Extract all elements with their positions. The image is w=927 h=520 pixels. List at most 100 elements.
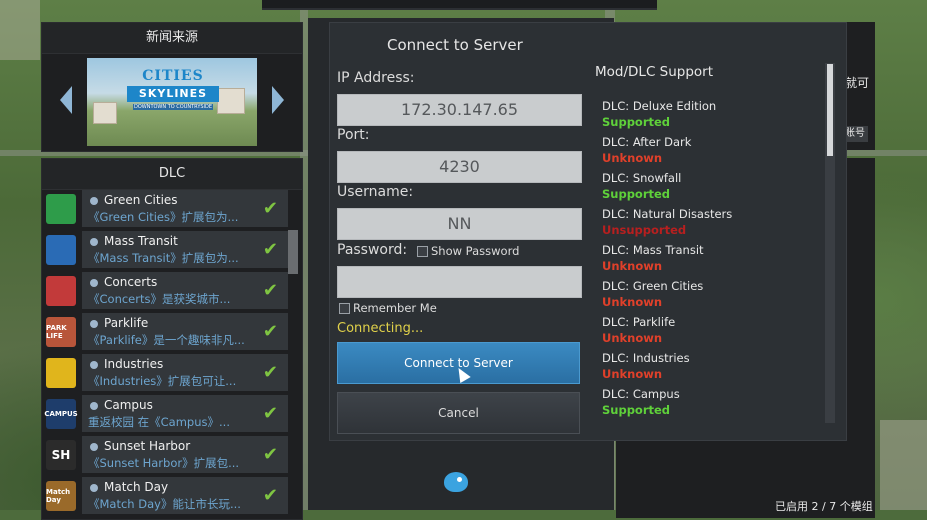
match-day-icon: Match Day: [46, 481, 76, 511]
mod-name: DLC: Snowfall: [602, 171, 682, 185]
dlc-bullet-icon: [90, 361, 98, 369]
concert-icon: [46, 276, 76, 306]
news-prev-arrow-icon[interactable]: [60, 86, 72, 114]
leaf-icon: [46, 194, 76, 224]
dlc-item-name: Parklife: [104, 316, 149, 330]
mod-support-item: DLC: Campus Supported: [602, 387, 680, 417]
mod-support-list: DLC: Deluxe Edition Supported DLC: After D…: [594, 89, 824, 423]
factory-icon: [46, 358, 76, 388]
show-password-checkbox[interactable]: [417, 246, 428, 257]
dlc-bullet-icon: [90, 320, 98, 328]
bird-eye: [457, 477, 462, 482]
dlc-card[interactable]: Industries 《Industries》扩展包可让... ✔: [82, 354, 288, 391]
port-input[interactable]: 4230: [337, 151, 582, 183]
background-block: [880, 420, 927, 510]
dlc-item-name: Campus: [104, 398, 153, 412]
mod-support-item: DLC: Natural Disasters Unsupported: [602, 207, 732, 237]
dlc-list-item[interactable]: PARK LIFE Parklife 《Parklife》是一个趣味非凡... ✔: [42, 313, 292, 350]
checkmark-icon: ✔: [262, 198, 278, 219]
ip-label: IP Address:: [337, 70, 415, 86]
mod-support-item: DLC: Mass Transit Unknown: [602, 243, 704, 273]
dlc-card[interactable]: Sunset Harbor 《Sunset Harbor》扩展包... ✔: [82, 436, 288, 473]
checkmark-icon: ✔: [262, 444, 278, 465]
dlc-list-item[interactable]: Industries 《Industries》扩展包可让... ✔: [42, 354, 292, 391]
dlc-item-description: 重返校园 在《Campus》...: [88, 415, 230, 429]
dlc-list: Green Cities 《Green Cities》扩展包为... ✔ Mass T…: [42, 190, 292, 518]
mod-name: DLC: Natural Disasters: [602, 207, 733, 221]
port-label: Port:: [337, 127, 370, 143]
dlc-item-description: 《Parklife》是一个趣味非凡...: [88, 333, 245, 347]
mod-status: Unknown: [602, 331, 663, 345]
remember-me-checkbox[interactable]: [339, 303, 350, 314]
dlc-card[interactable]: Parklife 《Parklife》是一个趣味非凡... ✔: [82, 313, 288, 350]
password-input[interactable]: [337, 266, 582, 298]
connection-status: Connecting...: [337, 321, 424, 336]
banner-logo-cities: CITIES: [142, 68, 204, 84]
banner-house: [217, 88, 245, 114]
dlc-panel: DLC Green Cities 《Green Cities》扩展包为... ✔ Ma…: [41, 158, 303, 520]
mod-name: DLC: Industries: [602, 351, 690, 365]
banner-house: [93, 102, 117, 124]
mods-enabled-status: 已启用 2 / 7 个模组: [775, 500, 873, 513]
news-next-arrow-icon[interactable]: [272, 86, 284, 114]
dlc-bullet-icon: [90, 238, 98, 246]
dlc-item-name: Green Cities: [104, 193, 178, 207]
banner-logo-subtitle: DOWNTOWN TO COUNTRYSIDE: [133, 104, 213, 110]
dlc-item-description: 《Green Cities》扩展包为...: [88, 210, 239, 224]
dlc-item-name: Sunset Harbor: [104, 439, 191, 453]
ip-address-input[interactable]: 172.30.147.65: [337, 94, 582, 126]
news-panel: 新闻来源 CITIES SKYLINES DOWNTOWN TO COUNTRY…: [41, 22, 303, 152]
password-label: Password:: [337, 242, 408, 258]
game-title-bar: [262, 0, 657, 10]
mod-support-item: DLC: After Dark Unknown: [602, 135, 691, 165]
dlc-list-item[interactable]: Match Day Match Day 《Match Day》能让市长玩... ✔: [42, 477, 292, 514]
remember-me-label: Remember Me: [353, 301, 437, 315]
dlc-list-item[interactable]: Mass Transit 《Mass Transit》扩展包为... ✔: [42, 231, 292, 268]
dlc-card[interactable]: Mass Transit 《Mass Transit》扩展包为... ✔: [82, 231, 288, 268]
dlc-list-item[interactable]: Green Cities 《Green Cities》扩展包为... ✔: [42, 190, 292, 227]
mod-name: DLC: After Dark: [602, 135, 692, 149]
dlc-list-item[interactable]: Concerts 《Concerts》是获奖城市... ✔: [42, 272, 292, 309]
dlc-list-item[interactable]: CAMPUS Campus 重返校园 在《Campus》... ✔: [42, 395, 292, 432]
username-input[interactable]: NN: [337, 208, 582, 240]
dlc-card[interactable]: Campus 重返校园 在《Campus》... ✔: [82, 395, 288, 432]
mod-support-title: Mod/DLC Support: [595, 64, 714, 80]
dlc-item-name: Concerts: [104, 275, 158, 289]
dlc-card[interactable]: Green Cities 《Green Cities》扩展包为... ✔: [82, 190, 288, 227]
dlc-scrollbar-thumb[interactable]: [288, 230, 298, 274]
mod-status: Unknown: [602, 367, 663, 381]
chirper-bird-icon[interactable]: [444, 472, 468, 492]
dlc-bullet-icon: [90, 279, 98, 287]
news-panel-title: 新闻来源: [42, 23, 302, 54]
mod-status: Supported: [602, 115, 671, 129]
username-label: Username:: [337, 184, 414, 200]
show-password-label: Show Password: [431, 244, 520, 258]
dlc-bullet-icon: [90, 443, 98, 451]
dlc-bullet-icon: [90, 484, 98, 492]
park-life-icon: PARK LIFE: [46, 317, 76, 347]
mod-status: Unknown: [602, 259, 663, 273]
news-banner-image[interactable]: CITIES SKYLINES DOWNTOWN TO COUNTRYSIDE: [87, 58, 257, 146]
dialog-title: Connect to Server: [387, 36, 523, 54]
mod-support-item: DLC: Green Cities Unknown: [602, 279, 703, 309]
mod-name: DLC: Deluxe Edition: [602, 99, 717, 113]
dlc-card[interactable]: Concerts 《Concerts》是获奖城市... ✔: [82, 272, 288, 309]
connect-dialog: Connect to Server IP Address: 172.30.147…: [329, 22, 847, 441]
mod-status: Unknown: [602, 295, 663, 309]
mod-list-scrollbar-thumb[interactable]: [827, 64, 833, 156]
dlc-item-name: Match Day: [104, 480, 169, 494]
mod-status: Unsupported: [602, 223, 687, 237]
mod-status: Supported: [602, 403, 671, 417]
sunset-harbor-icon: SH: [46, 440, 76, 470]
dlc-panel-title: DLC: [42, 159, 302, 190]
transit-sign-icon: [46, 235, 76, 265]
checkmark-icon: ✔: [262, 485, 278, 506]
mod-support-item: DLC: Deluxe Edition Supported: [602, 99, 716, 129]
dlc-list-item[interactable]: SH Sunset Harbor 《Sunset Harbor》扩展包... ✔: [42, 436, 292, 473]
dlc-card[interactable]: Match Day 《Match Day》能让市长玩... ✔: [82, 477, 288, 514]
banner-logo-skylines: SKYLINES: [127, 86, 219, 102]
cancel-button[interactable]: Cancel: [337, 392, 580, 434]
dlc-item-name: Industries: [104, 357, 164, 371]
dlc-item-description: 《Mass Transit》扩展包为...: [88, 251, 239, 265]
dlc-bullet-icon: [90, 402, 98, 410]
